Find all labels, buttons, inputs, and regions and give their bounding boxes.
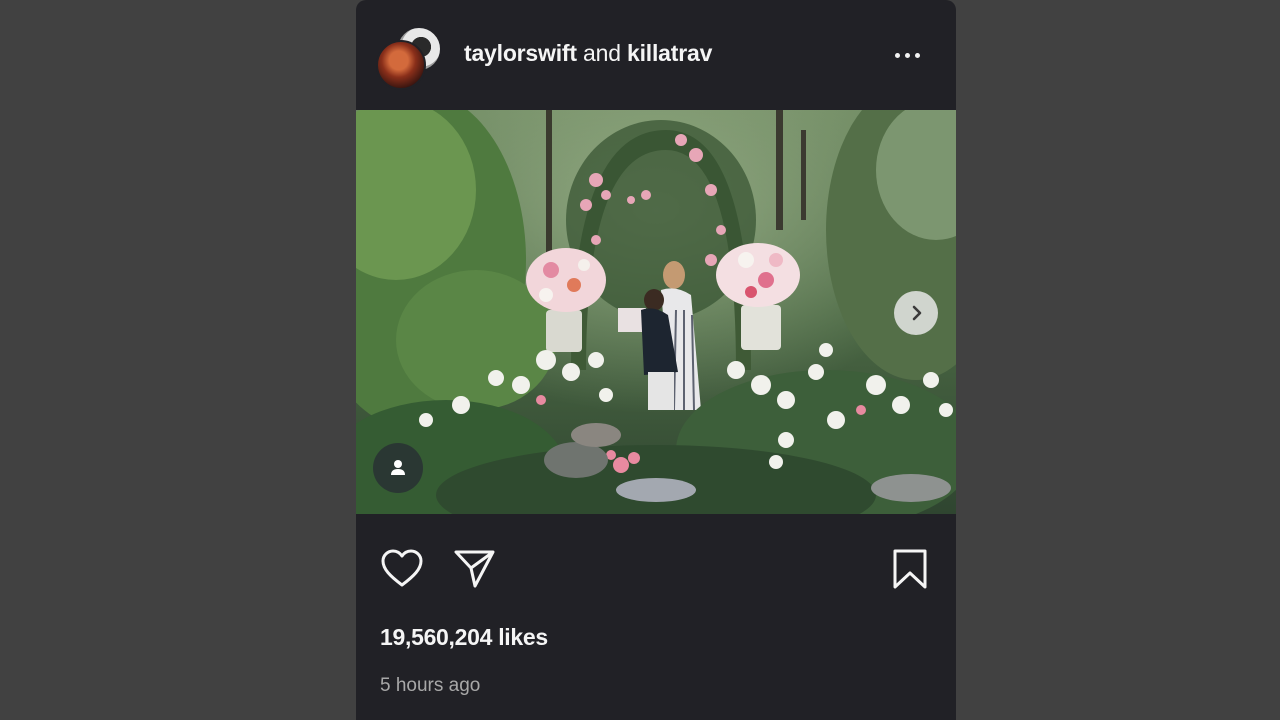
post-authors: taylorswift and killatrav — [464, 40, 712, 67]
bookmark-icon — [893, 549, 927, 589]
post-header: taylorswift and killatrav — [356, 0, 956, 110]
username-primary[interactable]: taylorswift — [464, 40, 577, 66]
save-button[interactable] — [890, 548, 930, 590]
next-image-button[interactable] — [894, 291, 938, 335]
authors-conjunction: and — [583, 40, 621, 66]
avatar-taylorswift[interactable] — [376, 40, 426, 90]
send-icon — [454, 550, 495, 588]
instagram-post-card: taylorswift and killatrav 19,560,204 lik… — [356, 0, 956, 720]
chevron-right-icon — [912, 305, 922, 321]
like-button[interactable] — [380, 548, 424, 590]
garden-scene-image — [356, 110, 956, 514]
likes-count[interactable]: 19,560,204 likes — [380, 624, 548, 651]
more-dot — [894, 52, 900, 58]
more-dot — [914, 52, 920, 58]
post-actions — [356, 514, 956, 614]
tagged-users-button[interactable] — [373, 443, 423, 493]
more-dot — [904, 52, 910, 58]
user-tag-icon — [391, 460, 405, 475]
heart-icon — [381, 549, 423, 587]
post-photo[interactable] — [356, 110, 956, 514]
share-button[interactable] — [453, 548, 497, 590]
post-timestamp: 5 hours ago — [380, 675, 481, 696]
username-secondary[interactable]: killatrav — [627, 40, 712, 66]
more-options-icon[interactable] — [891, 48, 923, 62]
collab-avatars[interactable] — [376, 26, 442, 90]
